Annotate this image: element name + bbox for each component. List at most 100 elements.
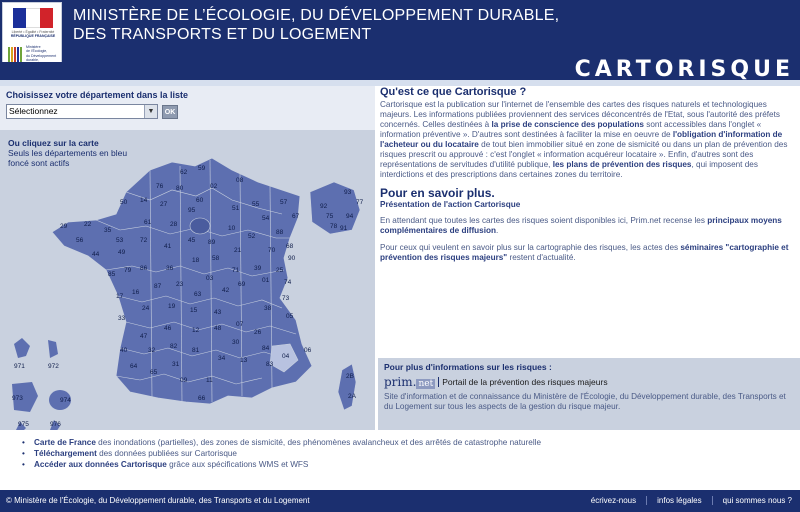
dept-label-58[interactable]: 58 [212, 255, 220, 262]
dept-label-06[interactable]: 06 [304, 347, 312, 354]
dept-label-43[interactable]: 43 [214, 309, 222, 316]
dept-label-41[interactable]: 41 [164, 243, 172, 250]
dept-label-71[interactable]: 71 [232, 267, 240, 274]
map-guadeloupe[interactable] [14, 338, 30, 358]
dept-label-2B[interactable]: 2B [346, 373, 354, 380]
dept-label-81[interactable]: 81 [192, 347, 200, 354]
dept-label-87[interactable]: 87 [154, 283, 162, 290]
footer-link-contact[interactable]: écrivez-nous [581, 496, 636, 505]
footer-link-about[interactable]: qui sommes nous ? [711, 496, 792, 505]
dept-label-62[interactable]: 62 [180, 169, 188, 176]
dept-label-46[interactable]: 46 [164, 325, 172, 332]
dept-label-47[interactable]: 47 [140, 333, 148, 340]
dept-label-30[interactable]: 30 [232, 339, 240, 346]
france-map-svg[interactable]: 62 59 80 76 02 08 50 14 27 6095 51 55 57 54 67 29 22 56 35… [0, 130, 375, 430]
dept-label-93[interactable]: 93 [344, 189, 352, 196]
dept-label-88[interactable]: 88 [276, 229, 284, 236]
dept-label-14[interactable]: 14 [140, 197, 148, 204]
dept-label-38[interactable]: 38 [264, 305, 272, 312]
dept-label-66[interactable]: 66 [198, 395, 206, 402]
dept-label-02[interactable]: 02 [210, 183, 218, 190]
dept-label-45[interactable]: 45 [188, 237, 196, 244]
dept-label-50[interactable]: 50 [120, 199, 128, 206]
department-select[interactable]: Sélectionnez ▼ [6, 104, 158, 119]
dept-label-61[interactable]: 61 [144, 219, 152, 226]
dept-label-72[interactable]: 72 [140, 237, 148, 244]
dept-label-90[interactable]: 90 [288, 255, 296, 262]
dept-label-35[interactable]: 35 [104, 227, 112, 234]
dept-label-55[interactable]: 55 [252, 201, 260, 208]
site-brand[interactable]: CARTORISQUE [575, 57, 794, 82]
dept-label-92[interactable]: 92 [320, 203, 328, 210]
dept-label-70[interactable]: 70 [268, 247, 276, 254]
dept-label-31[interactable]: 31 [172, 361, 180, 368]
dept-label-04[interactable]: 04 [282, 353, 290, 360]
dept-label-86[interactable]: 86 [140, 265, 148, 272]
dept-label-972[interactable]: 972 [48, 363, 59, 370]
dept-label-16[interactable]: 16 [132, 289, 140, 296]
dept-label-975[interactable]: 975 [18, 421, 29, 428]
map-martinique[interactable] [48, 340, 58, 358]
dept-label-12[interactable]: 12 [192, 327, 200, 334]
dept-label-73[interactable]: 73 [282, 295, 290, 302]
dept-label-89[interactable]: 89 [208, 239, 216, 246]
dept-label-974[interactable]: 974 [60, 397, 71, 404]
dept-label-28[interactable]: 28 [170, 221, 178, 228]
map-ile-de-france[interactable] [189, 217, 211, 235]
dept-label-32[interactable]: 32 [148, 347, 156, 354]
dept-label-42[interactable]: 42 [222, 287, 230, 294]
dept-label-91[interactable]: 91 [340, 225, 348, 232]
dept-label-15[interactable]: 15 [190, 307, 198, 314]
dept-label-53[interactable]: 53 [116, 237, 124, 244]
dept-label-26[interactable]: 26 [254, 329, 262, 336]
dept-label-85[interactable]: 85 [108, 271, 116, 278]
dept-label-68[interactable]: 68 [286, 243, 294, 250]
dept-label-44[interactable]: 44 [92, 251, 100, 258]
dept-label-21[interactable]: 21 [234, 247, 242, 254]
dept-label-23[interactable]: 23 [176, 281, 184, 288]
dept-label-01[interactable]: 01 [262, 277, 270, 284]
dept-label-83[interactable]: 83 [266, 361, 274, 368]
link-prise-de-conscience[interactable]: la prise de conscience des populations [492, 120, 644, 129]
dept-label-29[interactable]: 29 [60, 223, 68, 230]
dept-label-54[interactable]: 54 [262, 215, 270, 222]
france-map[interactable]: 62 59 80 76 02 08 50 14 27 60 95 51 55 57 54 67 29 22 56 35… [0, 130, 375, 430]
link-plans-prevention[interactable]: les plans de prévention des risques [553, 160, 692, 169]
dept-label-52[interactable]: 52 [248, 233, 256, 240]
dept-label-64[interactable]: 64 [130, 363, 138, 370]
map-corsica[interactable] [337, 363, 357, 411]
dept-label-76[interactable]: 76 [156, 183, 164, 190]
link-telechargement[interactable]: Téléchargement [34, 449, 97, 458]
dept-label-39[interactable]: 39 [254, 265, 262, 272]
dept-label-27[interactable]: 27 [160, 201, 168, 208]
dept-label-11[interactable]: 11 [206, 377, 213, 384]
dept-label-74[interactable]: 74 [284, 279, 292, 286]
dept-label-94[interactable]: 94 [346, 213, 354, 220]
dept-label-22[interactable]: 22 [84, 221, 92, 228]
presentation-link[interactable]: Présentation de l'action Cartorisque [380, 200, 798, 209]
dept-label-84[interactable]: 84 [262, 345, 270, 352]
chevron-down-icon[interactable]: ▼ [144, 105, 157, 118]
dept-label-59[interactable]: 59 [198, 165, 206, 172]
dept-label-973[interactable]: 973 [12, 395, 23, 402]
dept-label-09[interactable]: 09 [180, 377, 188, 384]
dept-label-67[interactable]: 67 [292, 213, 300, 220]
dept-label-25[interactable]: 25 [276, 267, 284, 274]
dept-label-57[interactable]: 57 [280, 199, 288, 206]
dept-label-65[interactable]: 65 [150, 369, 158, 376]
dept-label-18[interactable]: 18 [192, 257, 200, 264]
dept-label-24[interactable]: 24 [142, 305, 150, 312]
dept-label-82[interactable]: 82 [170, 343, 178, 350]
dept-label-63[interactable]: 63 [194, 291, 202, 298]
dept-label-34[interactable]: 34 [218, 355, 226, 362]
prim-net-portal-link[interactable]: Portail de la prévention des risques maj… [438, 377, 608, 387]
link-acceder-donnees[interactable]: Accéder aux données Cartorisque [34, 460, 167, 469]
dept-label-07[interactable]: 07 [236, 321, 244, 328]
ok-button[interactable]: OK [162, 104, 178, 119]
dept-label-80[interactable]: 80 [176, 185, 184, 192]
dept-label-56[interactable]: 56 [76, 237, 84, 244]
dept-label-69[interactable]: 69 [238, 281, 246, 288]
dept-label-03[interactable]: 03 [206, 275, 214, 282]
dept-label-976[interactable]: 976 [50, 421, 61, 428]
dept-label-48[interactable]: 48 [214, 325, 222, 332]
